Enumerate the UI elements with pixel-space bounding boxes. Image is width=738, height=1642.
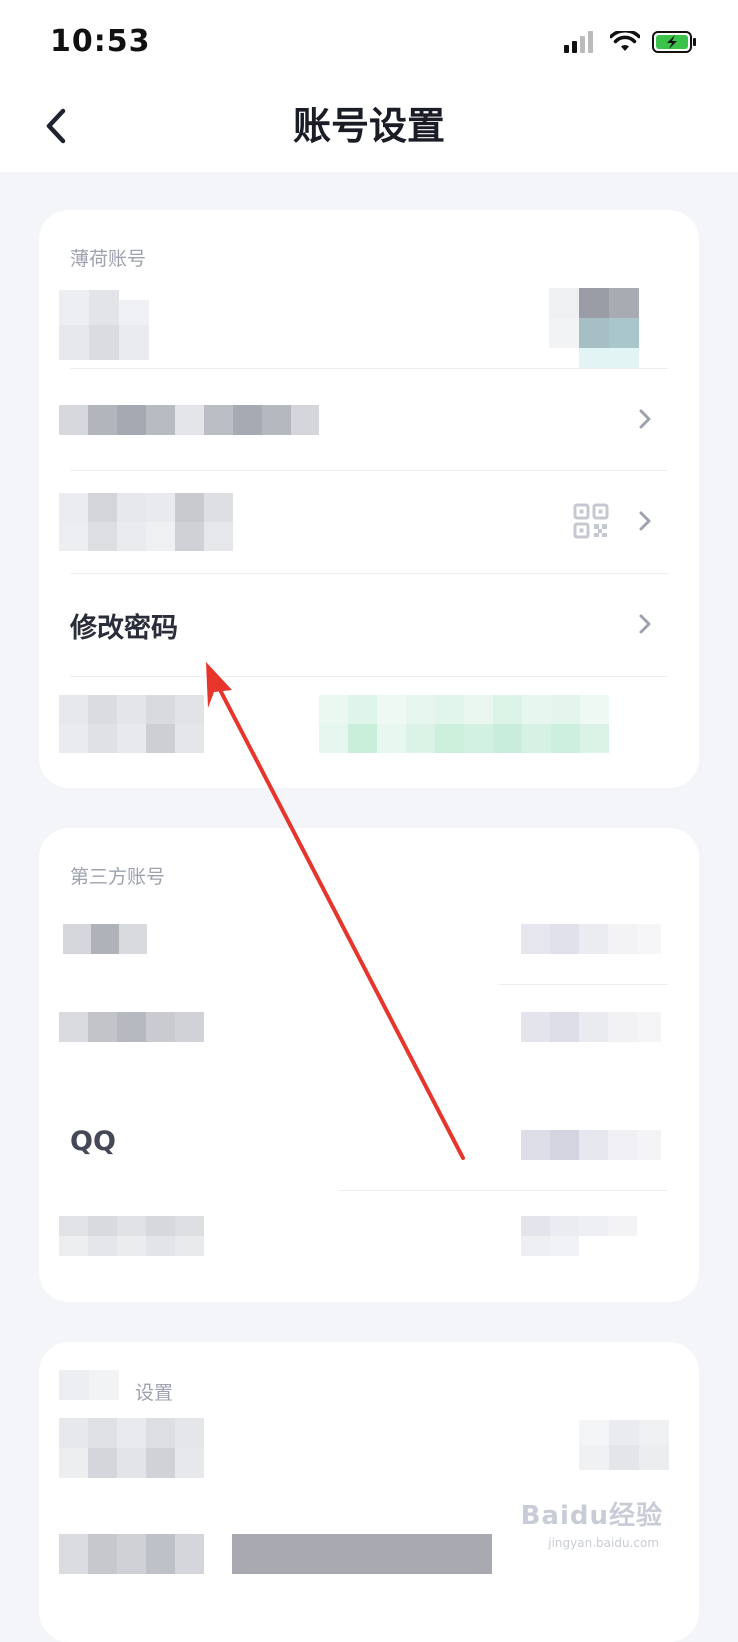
pixelated-value bbox=[521, 1012, 661, 1042]
section-label-bohe-account: 薄荷账号 bbox=[70, 248, 147, 270]
baidu-jingyan-watermark-url: jingyan.baidu.com bbox=[548, 1536, 659, 1550]
page-title: 账号设置 bbox=[292, 104, 445, 148]
pixelated-label bbox=[59, 405, 319, 435]
chevron-right-icon bbox=[639, 409, 651, 429]
pixelated-avatar-label bbox=[59, 290, 149, 360]
pixelated-value bbox=[319, 695, 609, 753]
pixelated-label bbox=[59, 1534, 204, 1574]
section-label-settings: 设置 bbox=[135, 1382, 174, 1404]
pixelated-value bbox=[521, 924, 661, 954]
qq-label: QQ bbox=[70, 1126, 116, 1157]
cellular-signal-icon bbox=[564, 31, 593, 53]
chevron-right-icon bbox=[639, 511, 651, 531]
nav-bar: 账号设置 bbox=[0, 80, 738, 172]
pixelated-label bbox=[59, 1216, 204, 1256]
pixelated-label bbox=[59, 695, 204, 753]
change-password-label: 修改密码 bbox=[70, 613, 178, 644]
pixelated-value bbox=[232, 1534, 492, 1574]
pixelated-label bbox=[63, 924, 147, 954]
section-label-third-party: 第三方账号 bbox=[70, 866, 166, 888]
third-party-account-card: 第三方账号 QQ bbox=[39, 828, 699, 1302]
change-password-row[interactable]: 修改密码 bbox=[39, 574, 699, 676]
third-party-row-1[interactable] bbox=[39, 908, 699, 984]
qq-account-row[interactable]: QQ bbox=[39, 1098, 699, 1188]
third-party-row-4[interactable] bbox=[39, 1198, 699, 1288]
avatar-row[interactable] bbox=[39, 280, 699, 368]
pixelated-label bbox=[59, 1012, 204, 1042]
qr-code-icon[interactable] bbox=[573, 503, 609, 539]
baidu-jingyan-watermark: Baidu经验 bbox=[520, 1501, 663, 1531]
pixelated-label bbox=[59, 1418, 204, 1478]
bohe-account-card: 薄荷账号 修改密码 bbox=[39, 210, 699, 788]
settings-row-2[interactable] bbox=[39, 1526, 699, 1586]
third-party-row-2[interactable] bbox=[39, 998, 699, 1088]
pixelated-label bbox=[59, 493, 233, 551]
pixelated-value bbox=[521, 1216, 661, 1256]
pixelated-section-label-prefix bbox=[59, 1370, 119, 1400]
battery-charging-icon bbox=[652, 31, 696, 53]
wifi-icon bbox=[610, 31, 640, 51]
pixelated-value bbox=[521, 1130, 661, 1160]
pixelated-toggle bbox=[579, 1420, 669, 1470]
status-icons bbox=[564, 30, 698, 54]
settings-card: 设置 Baidu经验 jingyan.baidu.com bbox=[39, 1342, 699, 1642]
blurred-account-row-3[interactable] bbox=[39, 677, 699, 777]
chevron-right-icon bbox=[639, 614, 651, 634]
status-time: 10:53 bbox=[50, 24, 151, 59]
status-bar: 10:53 bbox=[0, 0, 738, 80]
blurred-account-row-1[interactable] bbox=[39, 369, 699, 469]
pixelated-avatar-image bbox=[549, 288, 639, 368]
blurred-account-row-2[interactable] bbox=[39, 471, 699, 573]
